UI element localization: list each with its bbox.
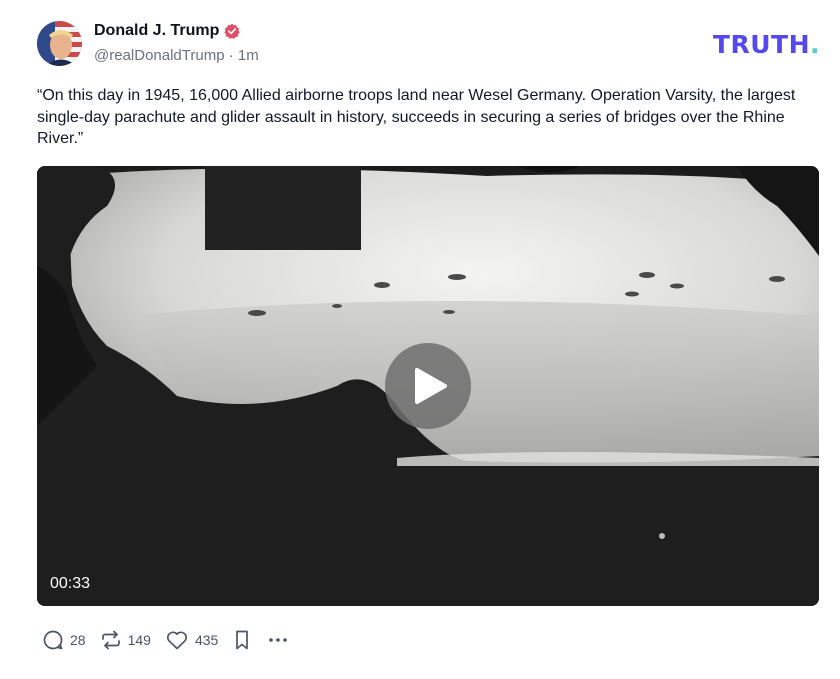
retruth-button[interactable]: 149: [100, 629, 151, 651]
bookmark-icon: [236, 630, 249, 650]
comment-icon: [43, 630, 63, 650]
post-timestamp[interactable]: 1m: [238, 47, 259, 64]
like-button[interactable]: 435: [165, 629, 218, 651]
truth-social-logo[interactable]: TRUTH.: [713, 30, 820, 59]
post-body-text: “On this day in 1945, 16,000 Allied airb…: [37, 87, 796, 147]
play-icon: [415, 368, 447, 404]
author-handle[interactable]: @realDonaldTrump: [94, 47, 225, 64]
retruth-count: 149: [127, 632, 151, 648]
author-name-text[interactable]: Donald J. Trump: [94, 22, 219, 40]
meta-separator: ·: [228, 47, 234, 64]
verified-badge-icon: [224, 23, 240, 39]
author-name[interactable]: Donald J. Trump: [94, 22, 240, 40]
logo-dot: .: [810, 30, 820, 59]
reply-count: 28: [70, 632, 86, 648]
more-icon: [269, 638, 288, 642]
video-duration: 00:33: [50, 575, 91, 592]
heart-icon: [166, 631, 187, 650]
like-count: 435: [194, 632, 219, 648]
more-options-button[interactable]: [266, 629, 290, 651]
play-button[interactable]: [385, 343, 471, 429]
bookmark-button[interactable]: [232, 629, 252, 651]
retruth-icon: [101, 630, 120, 650]
reply-button[interactable]: 28: [42, 629, 86, 651]
post-actions-bar: 28 149 435: [42, 627, 304, 653]
handle-row: @realDonaldTrump · 1m: [94, 47, 259, 64]
logo-text: TRUTH: [712, 30, 810, 59]
author-avatar[interactable]: [37, 21, 82, 66]
truth-post: Donald J. Trump @realDonaldTrump · 1m TR…: [0, 0, 840, 679]
video-player[interactable]: 00:33: [37, 166, 819, 606]
